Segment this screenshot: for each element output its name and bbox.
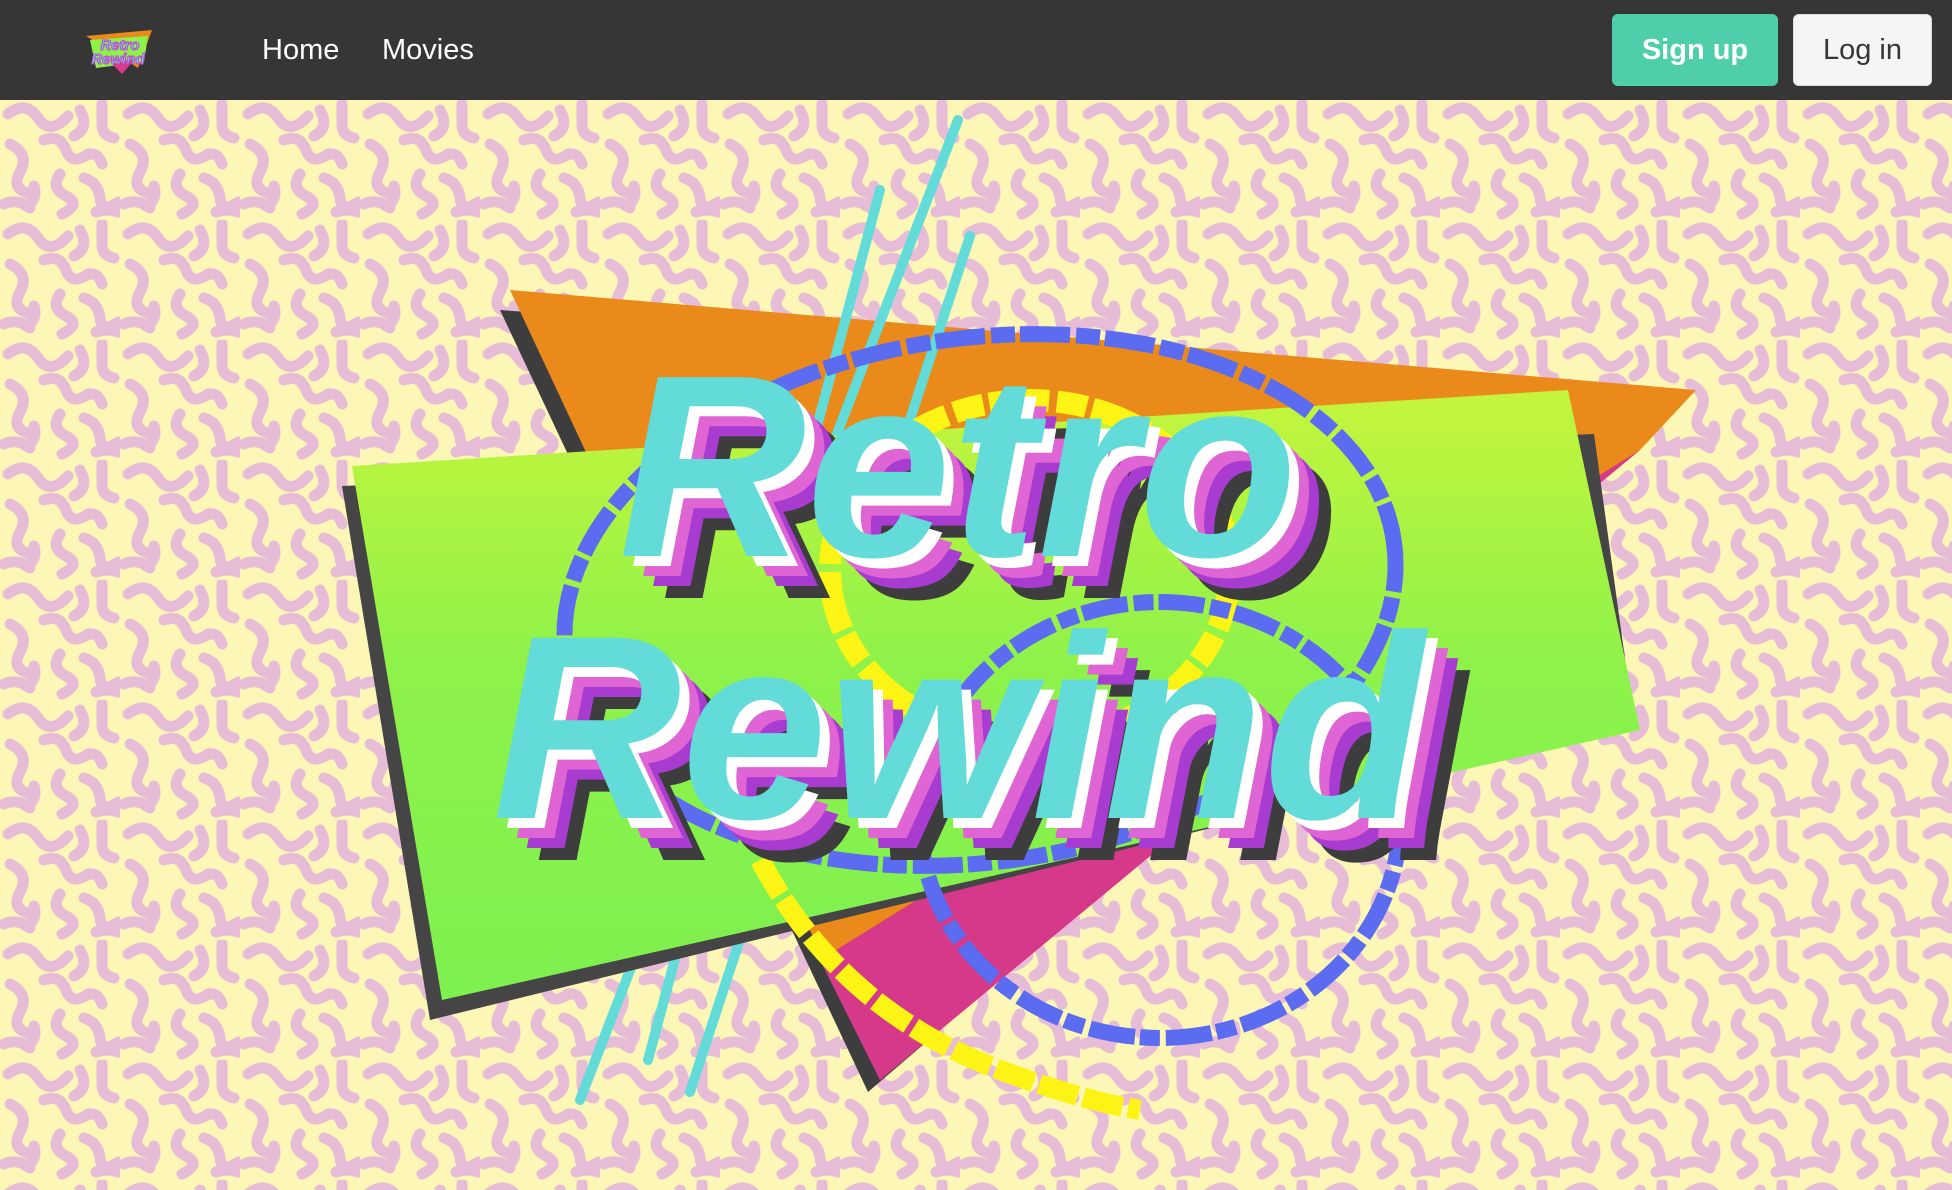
hero-logo-line1: Retro bbox=[619, 322, 1298, 612]
hero-artwork: Retro Retro Retro Retro Retro Rewind Rew… bbox=[0, 100, 1952, 1190]
brand-logo-text-2: Rewind bbox=[91, 51, 145, 68]
hero-banner: Retro Retro Retro Retro Retro Rewind Rew… bbox=[0, 100, 1952, 1190]
hero-logo-text: Retro Retro Retro Retro Retro Rewind Rew… bbox=[492, 322, 1473, 916]
login-button[interactable]: Log in bbox=[1793, 14, 1932, 86]
navbar: Retro Rewind Home Movies Sign up Log in bbox=[0, 0, 1952, 100]
signup-button[interactable]: Sign up bbox=[1612, 14, 1778, 86]
brand-logo[interactable]: Retro Rewind bbox=[82, 24, 156, 76]
nav-link-home[interactable]: Home bbox=[262, 30, 339, 70]
hero-logo-line2: Rewind bbox=[492, 581, 1431, 874]
nav-link-movies[interactable]: Movies bbox=[382, 30, 474, 70]
